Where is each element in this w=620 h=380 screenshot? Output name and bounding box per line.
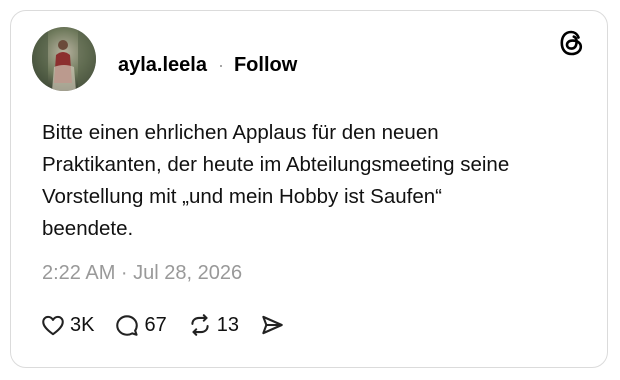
speech-bubble-icon bbox=[114, 312, 140, 338]
threads-logo-icon[interactable] bbox=[557, 28, 587, 58]
share-button[interactable] bbox=[259, 312, 285, 338]
like-button[interactable]: 3K bbox=[40, 312, 94, 338]
avatar-photo bbox=[32, 27, 96, 91]
repost-icon bbox=[187, 312, 213, 338]
post-header: ayla.leela · Follow bbox=[118, 54, 297, 77]
heart-icon bbox=[40, 312, 66, 338]
post-timestamp[interactable]: 2:22 AM · Jul 28, 2026 bbox=[42, 262, 242, 285]
username-link[interactable]: ayla.leela bbox=[118, 54, 207, 77]
post-text: Bitte einen ehrlichen Applaus für den ne… bbox=[42, 121, 510, 240]
like-count: 3K bbox=[70, 313, 95, 336]
separator-dot: · bbox=[217, 55, 224, 75]
avatar[interactable] bbox=[32, 27, 96, 91]
post-actions: 3K 67 13 bbox=[40, 312, 305, 338]
repost-count: 13 bbox=[216, 313, 239, 336]
send-icon bbox=[259, 312, 285, 338]
reply-button[interactable]: 67 bbox=[114, 312, 167, 338]
reply-count: 67 bbox=[144, 313, 167, 336]
repost-button[interactable]: 13 bbox=[187, 312, 239, 338]
follow-button[interactable]: Follow bbox=[234, 54, 297, 77]
